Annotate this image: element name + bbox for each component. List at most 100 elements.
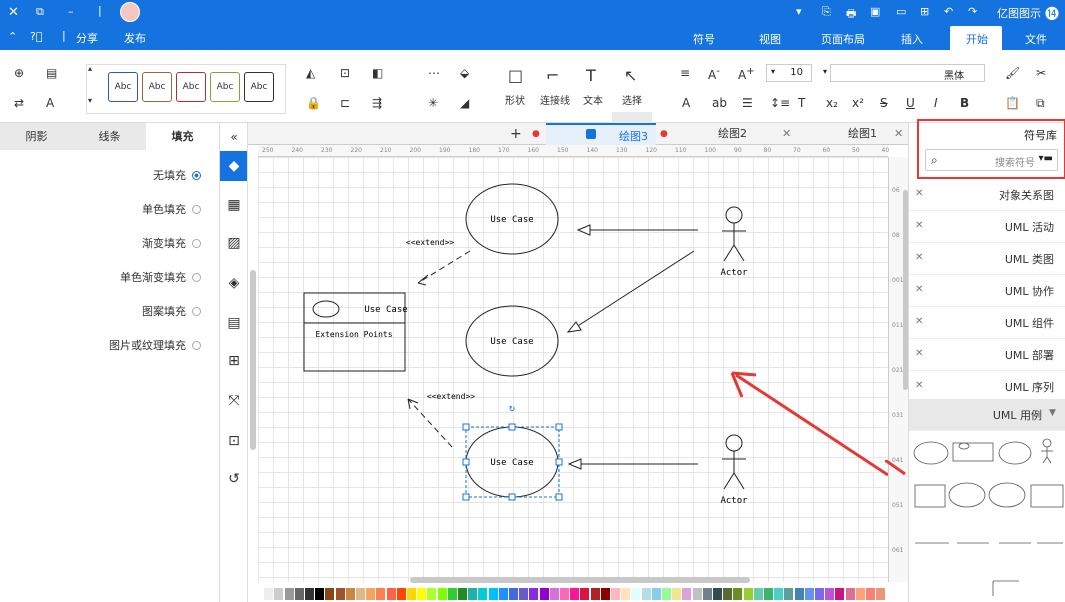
page-icon[interactable]: ▤	[224, 313, 244, 333]
color-swatch[interactable]	[294, 588, 304, 600]
color-swatch[interactable]	[274, 588, 284, 600]
menu-layout[interactable]: 页面布局	[821, 31, 865, 47]
distribute-icon[interactable]: ⇶	[372, 96, 382, 110]
paste-icon[interactable]: 📋	[1005, 96, 1020, 110]
group-icon[interactable]: ⊡	[340, 66, 350, 80]
color-swatch[interactable]	[549, 588, 559, 600]
color-swatch[interactable]	[764, 588, 773, 600]
color-swatch[interactable]	[611, 588, 620, 600]
menu-file[interactable]: 文件	[1025, 31, 1047, 47]
color-swatch[interactable]	[631, 588, 641, 600]
color-swatch[interactable]	[692, 588, 702, 600]
library-item[interactable]: ✕ UML 活动	[909, 211, 1065, 243]
position-icon[interactable]: ⊕	[14, 66, 24, 80]
color-swatch[interactable]	[835, 588, 845, 600]
bold-icon[interactable]: B	[960, 96, 969, 110]
horizontal-scrollbar[interactable]	[410, 577, 750, 583]
avatar[interactable]	[120, 2, 140, 22]
image-icon[interactable]: ▨	[224, 233, 244, 253]
color-swatch[interactable]	[774, 588, 784, 600]
color-swatch[interactable]	[447, 588, 457, 600]
radio-icon[interactable]	[192, 171, 201, 180]
color-swatch[interactable]	[784, 588, 794, 600]
color-swatch[interactable]	[417, 588, 427, 600]
export-icon[interactable]: ⎘	[822, 5, 831, 19]
color-swatch[interactable]	[264, 588, 274, 600]
color-swatch[interactable]	[600, 588, 610, 600]
select-arrow-icon[interactable]: ↖	[624, 66, 637, 85]
style-swatch[interactable]: Abc	[108, 72, 138, 102]
color-swatch[interactable]	[488, 588, 498, 600]
close-icon[interactable]: ✕	[915, 284, 923, 295]
effects-icon[interactable]: ✳	[428, 96, 438, 110]
history-icon[interactable]: ↺	[224, 469, 244, 489]
menu-insert[interactable]: 插入	[901, 31, 923, 47]
tab-shadow[interactable]: 阴影	[0, 123, 73, 150]
underline-icon[interactable]: U	[906, 96, 915, 110]
resize-handle[interactable]	[555, 423, 563, 431]
superscript-icon[interactable]: x²	[852, 96, 864, 110]
uml-shape-thumbnails[interactable]	[909, 431, 1065, 601]
copy-icon[interactable]: ⧉	[1036, 96, 1045, 111]
color-swatch[interactable]	[743, 588, 753, 600]
close-icon[interactable]: ✕	[915, 316, 923, 327]
tab-line[interactable]: 线条	[73, 123, 146, 150]
color-swatch[interactable]	[804, 588, 814, 600]
font-color-icon[interactable]: A	[682, 96, 690, 110]
color-swatch[interactable]	[335, 588, 345, 600]
font-shrink-icon[interactable]: A-	[708, 66, 720, 82]
color-swatch[interactable]	[651, 588, 661, 600]
color-swatch[interactable]	[682, 588, 692, 600]
flip-icon[interactable]: ◭	[306, 66, 315, 80]
close-icon[interactable]: ✕	[915, 252, 923, 263]
extend-connector[interactable]	[417, 250, 471, 284]
library-item[interactable]: ✕ UML 组件	[909, 307, 1065, 339]
close-icon[interactable]: ✕	[8, 5, 19, 20]
maximize-icon[interactable]: ⧉	[36, 5, 44, 19]
color-swatch[interactable]	[641, 588, 651, 600]
resize-handle[interactable]	[555, 458, 563, 466]
association-line[interactable]	[569, 250, 695, 332]
dropdown-icon[interactable]: ▾	[796, 5, 802, 18]
color-swatch[interactable]	[305, 588, 314, 600]
replace-icon[interactable]: ⇄	[14, 96, 24, 110]
italic-icon[interactable]: I	[934, 96, 938, 110]
color-swatch[interactable]	[509, 588, 518, 600]
resize-handle[interactable]	[508, 493, 516, 501]
resize-handle[interactable]	[462, 493, 470, 501]
strike-icon[interactable]: S	[880, 96, 888, 110]
fill-bucket-icon[interactable]: ⬙	[460, 66, 469, 80]
color-swatch[interactable]	[713, 588, 722, 600]
color-swatch[interactable]	[407, 588, 416, 600]
color-swatch[interactable]	[376, 588, 386, 600]
symbol-search-input[interactable]: ⌕ 搜索符号 ▾▬	[925, 149, 1058, 171]
close-icon[interactable]: ✕	[915, 348, 923, 359]
fill-icon[interactable]: ◆	[224, 156, 244, 176]
format-painter-icon[interactable]: 🖌	[1005, 66, 1020, 80]
minimize-icon[interactable]: –	[68, 5, 74, 18]
color-swatch[interactable]	[539, 588, 549, 600]
fill-option-none[interactable]: 无填充	[153, 167, 201, 183]
actor-figure[interactable]	[722, 206, 746, 262]
font-size-select[interactable]: 10 ▾	[766, 64, 812, 82]
fill-option-mono-gradient[interactable]: 单色渐变填充	[120, 269, 201, 285]
color-swatch[interactable]	[753, 588, 763, 600]
color-swatch[interactable]	[590, 588, 600, 600]
color-swatch[interactable]	[866, 588, 875, 600]
menu-home-tab[interactable]: 开始	[950, 26, 1002, 50]
color-swatch[interactable]	[672, 588, 682, 600]
library-item[interactable]: ✕ UML 协作	[909, 275, 1065, 307]
connector-tool-label[interactable]: 连接线	[540, 92, 570, 107]
color-swatch[interactable]	[254, 588, 263, 600]
fill-option-pattern[interactable]: 图案填充	[142, 303, 201, 319]
resize-handle[interactable]	[508, 423, 516, 431]
fill-option-gradient[interactable]: 渐变填充	[142, 235, 201, 251]
color-swatch[interactable]	[396, 588, 406, 600]
close-icon[interactable]: ✕	[915, 220, 923, 231]
close-icon[interactable]: ✕	[915, 380, 923, 391]
align-icon[interactable]: ≡	[680, 66, 690, 80]
redo-icon[interactable]: ↷	[968, 5, 977, 18]
line-spacing-icon[interactable]: ↕≡	[770, 96, 790, 110]
color-swatch[interactable]	[478, 588, 488, 600]
text-tool-icon[interactable]: T	[586, 66, 596, 85]
